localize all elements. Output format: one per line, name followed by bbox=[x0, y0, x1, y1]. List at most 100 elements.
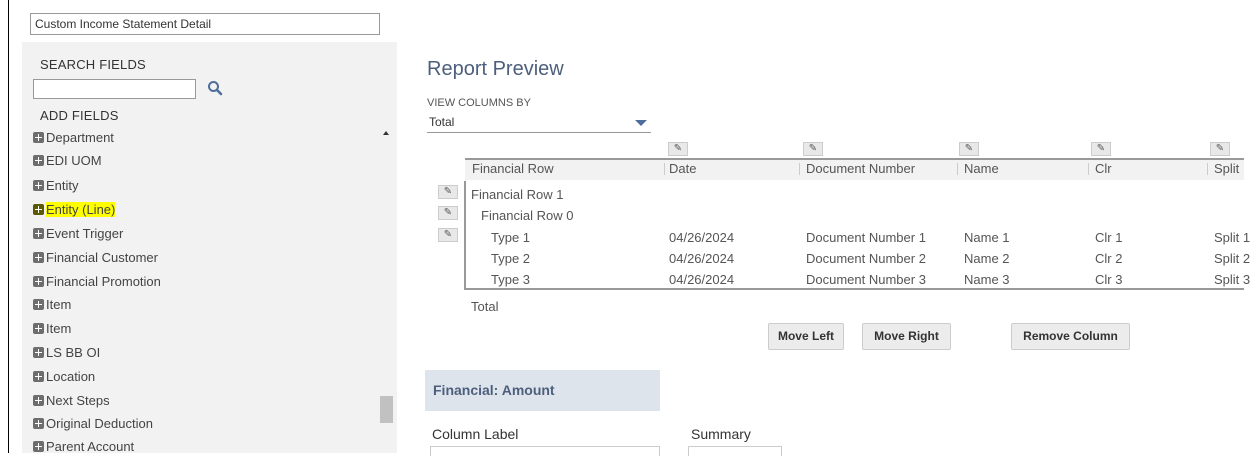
search-fields-label: SEARCH FIELDS bbox=[40, 57, 146, 72]
field-item[interactable]: Original Deduction bbox=[33, 413, 153, 433]
row-clr: Clr 1 bbox=[1095, 230, 1123, 245]
column-header-document-number[interactable]: Document Number bbox=[806, 161, 915, 176]
edit-column-document-number-button[interactable]: ✎ bbox=[803, 142, 823, 156]
expand-plus-icon[interactable] bbox=[33, 227, 44, 239]
edit-column-clr-button[interactable]: ✎ bbox=[1091, 142, 1111, 156]
row-type: Type 2 bbox=[491, 251, 531, 266]
field-item[interactable]: Entity (Line) bbox=[33, 199, 116, 219]
column-divider bbox=[957, 163, 958, 175]
field-item[interactable]: EDI UOM bbox=[33, 150, 102, 170]
column-settings-title: Financial: Amount bbox=[425, 370, 660, 411]
view-columns-by-value: Total bbox=[429, 115, 455, 129]
report-preview-title: Report Preview bbox=[427, 58, 564, 80]
edit-row-type-button[interactable]: ✎ bbox=[438, 228, 458, 242]
row-type: Type 3 bbox=[491, 272, 531, 287]
expand-plus-icon[interactable] bbox=[33, 346, 44, 358]
field-item-label: Location bbox=[46, 368, 96, 384]
field-item-label: Entity (Line) bbox=[46, 201, 116, 217]
row-name: Name 1 bbox=[964, 230, 1010, 245]
dropdown-caret-icon bbox=[635, 120, 647, 126]
row-type: Type 1 bbox=[491, 230, 531, 245]
field-item[interactable]: Department bbox=[33, 127, 114, 147]
row-date: 04/26/2024 bbox=[669, 230, 735, 245]
column-header-split[interactable]: Split bbox=[1214, 161, 1239, 176]
summary-select[interactable] bbox=[688, 446, 782, 456]
field-item-label: Original Deduction bbox=[46, 415, 153, 431]
field-item[interactable]: Item bbox=[33, 318, 71, 338]
row-group-label: Financial Row 0 bbox=[481, 208, 574, 223]
row-name: Name 3 bbox=[964, 272, 1010, 287]
search-input[interactable] bbox=[33, 79, 196, 99]
column-label-input[interactable] bbox=[430, 446, 660, 456]
row-document-number: Document Number 3 bbox=[806, 272, 926, 287]
view-columns-by-select[interactable]: Total bbox=[427, 112, 651, 133]
expand-plus-icon[interactable] bbox=[33, 179, 44, 191]
expand-plus-icon[interactable] bbox=[33, 394, 44, 406]
summary-label: Summary bbox=[691, 426, 751, 442]
row-name: Name 2 bbox=[964, 251, 1010, 266]
field-item-label: Department bbox=[46, 129, 114, 145]
expand-plus-icon[interactable] bbox=[33, 322, 44, 334]
column-divider bbox=[664, 163, 665, 175]
column-header-financial-row: Financial Row bbox=[472, 161, 554, 176]
row-date: 04/26/2024 bbox=[669, 272, 735, 287]
expand-plus-icon[interactable] bbox=[33, 440, 44, 452]
field-item-label: Entity bbox=[46, 177, 79, 193]
expand-plus-icon[interactable] bbox=[33, 251, 44, 263]
edit-column-date-button[interactable]: ✎ bbox=[668, 142, 688, 156]
field-item-label: EDI UOM bbox=[46, 152, 102, 168]
field-item-label: Next Steps bbox=[46, 392, 110, 408]
scroll-thumb[interactable] bbox=[380, 396, 393, 423]
field-item[interactable]: Next Steps bbox=[33, 390, 110, 410]
edit-row-financial-row-1-button[interactable]: ✎ bbox=[438, 185, 458, 199]
column-header-clr[interactable]: Clr bbox=[1095, 161, 1112, 176]
expand-plus-icon[interactable] bbox=[33, 417, 44, 429]
column-header-date[interactable]: Date bbox=[669, 161, 696, 176]
row-document-number: Document Number 1 bbox=[806, 230, 926, 245]
column-header-name[interactable]: Name bbox=[964, 161, 999, 176]
total-row-label: Total bbox=[471, 299, 499, 314]
expand-plus-icon[interactable] bbox=[33, 298, 44, 310]
edit-column-name-button[interactable]: ✎ bbox=[959, 142, 979, 156]
column-label-label: Column Label bbox=[432, 426, 519, 442]
field-item[interactable]: Financial Promotion bbox=[33, 271, 161, 291]
column-divider bbox=[1207, 163, 1208, 175]
field-item[interactable]: Financial Customer bbox=[33, 247, 158, 267]
row-split: Split 1 bbox=[1214, 230, 1251, 245]
row-document-number: Document Number 2 bbox=[806, 251, 926, 266]
column-divider bbox=[799, 163, 800, 175]
field-item-label: Item bbox=[46, 296, 72, 312]
expand-plus-icon[interactable] bbox=[33, 203, 44, 215]
row-group-label: Financial Row 1 bbox=[471, 187, 564, 202]
field-item-label: Financial Promotion bbox=[46, 273, 161, 289]
scroll-up-arrow-icon[interactable] bbox=[383, 131, 389, 135]
report-name-input[interactable]: Custom Income Statement Detail bbox=[30, 13, 380, 35]
field-item-label: LS BB OI bbox=[46, 344, 101, 360]
remove-column-button[interactable]: Remove Column bbox=[1011, 323, 1130, 350]
view-columns-by-label: VIEW COLUMNS BY bbox=[427, 97, 531, 109]
field-item-label: Item bbox=[46, 320, 72, 336]
move-right-button[interactable]: Move Right bbox=[862, 323, 951, 350]
field-item-label: Parent Account bbox=[46, 438, 135, 454]
column-divider bbox=[1088, 163, 1089, 175]
edit-row-financial-row-0-button[interactable]: ✎ bbox=[438, 206, 458, 220]
expand-plus-icon[interactable] bbox=[33, 370, 44, 382]
field-item[interactable]: Location bbox=[33, 366, 95, 386]
field-item[interactable]: LS BB OI bbox=[33, 342, 100, 362]
row-split: Split 2 bbox=[1214, 251, 1251, 266]
row-clr: Clr 2 bbox=[1095, 251, 1123, 266]
expand-plus-icon[interactable] bbox=[33, 275, 44, 287]
search-icon[interactable] bbox=[206, 79, 224, 97]
field-item[interactable]: Event Trigger bbox=[33, 223, 123, 243]
field-item[interactable]: Entity bbox=[33, 175, 79, 195]
expand-plus-icon[interactable] bbox=[33, 131, 44, 143]
add-fields-label: ADD FIELDS bbox=[40, 108, 119, 123]
row-split: Split 3 bbox=[1214, 272, 1251, 287]
row-clr: Clr 3 bbox=[1095, 272, 1123, 287]
field-item-label: Financial Customer bbox=[46, 249, 158, 265]
field-item[interactable]: Item bbox=[33, 294, 71, 314]
field-item[interactable]: Parent Account bbox=[33, 436, 134, 456]
edit-column-split-button[interactable]: ✎ bbox=[1210, 142, 1230, 156]
expand-plus-icon[interactable] bbox=[33, 154, 44, 166]
move-left-button[interactable]: Move Left bbox=[768, 323, 844, 350]
